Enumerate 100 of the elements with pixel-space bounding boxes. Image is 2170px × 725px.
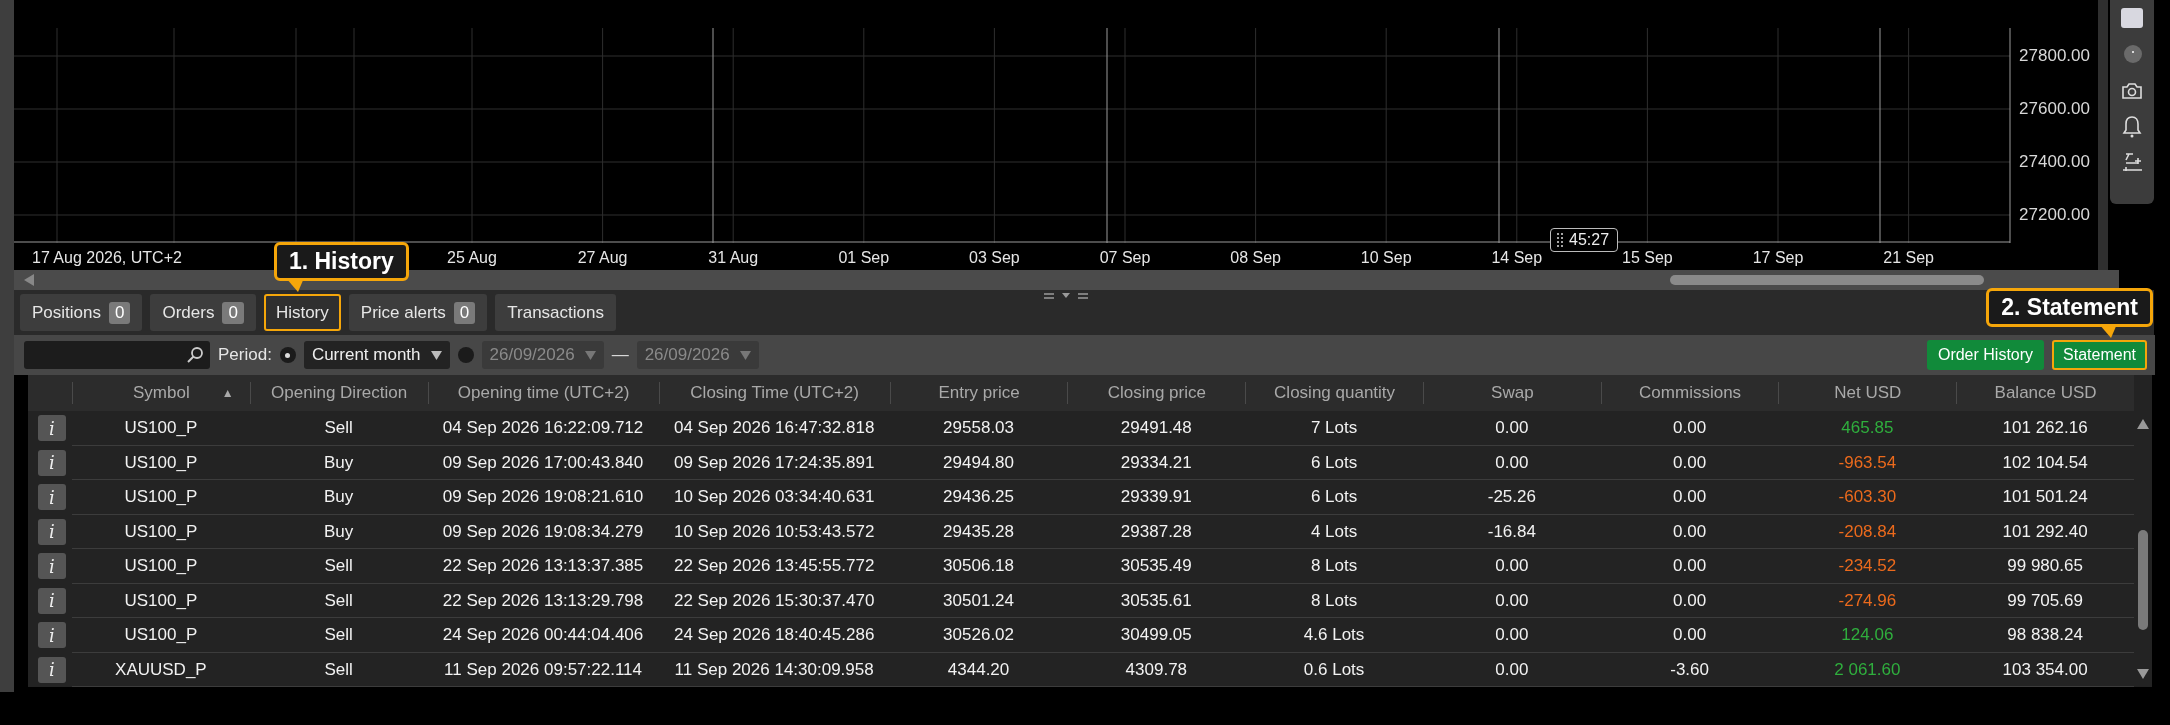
tab[interactable]: Price alerts 0 bbox=[348, 294, 488, 331]
table-cell: 0.00 bbox=[1422, 445, 1601, 480]
search-field[interactable] bbox=[24, 341, 210, 369]
table-cell: 101 501.24 bbox=[1956, 480, 2134, 515]
table-cell: 6 Lots bbox=[1245, 480, 1423, 515]
table-cell: -603.30 bbox=[1778, 480, 1957, 515]
table-cell: 29558.03 bbox=[889, 411, 1068, 446]
info-button[interactable]: i bbox=[38, 449, 66, 476]
axis-label: 07 Sep bbox=[1099, 249, 1151, 267]
column-header[interactable]: Commissions bbox=[1600, 382, 1779, 404]
panel-resize-handle-icon[interactable] bbox=[1044, 292, 1088, 300]
table-cell: 0.00 bbox=[1600, 480, 1779, 515]
column-header[interactable]: Balance USD bbox=[1956, 382, 2134, 404]
column-header[interactable]: Swap bbox=[1422, 382, 1601, 404]
table-cell: Sell bbox=[249, 583, 428, 618]
table-cell: 29435.28 bbox=[889, 514, 1068, 549]
tab[interactable]: History bbox=[263, 294, 341, 331]
column-header[interactable]: Closing Time (UTC+2) bbox=[658, 382, 890, 404]
tab[interactable]: Positions 0 bbox=[20, 294, 143, 331]
table-cell: Sell bbox=[249, 411, 428, 446]
table-cell: US100_P bbox=[72, 514, 250, 549]
table-cell: 04 Sep 2026 16:22:09.712 bbox=[427, 411, 659, 446]
report-button[interactable]: Order History bbox=[1926, 340, 2045, 370]
column-header[interactable]: Symbol ▲ bbox=[72, 382, 250, 404]
table-cell: 8 Lots bbox=[1245, 549, 1423, 584]
radio-button[interactable] bbox=[279, 347, 296, 363]
info-button[interactable]: i bbox=[38, 553, 66, 580]
search-icon bbox=[186, 346, 204, 364]
axis-label: 17 Sep bbox=[1752, 249, 1804, 267]
scrollbar-thumb[interactable] bbox=[2138, 530, 2148, 630]
axis-label: 25 Aug bbox=[447, 249, 497, 267]
column-header[interactable]: Entry price bbox=[889, 382, 1068, 404]
table-cell: 29491.48 bbox=[1067, 411, 1246, 446]
axis-label: 08 Sep bbox=[1230, 249, 1281, 267]
table-cell: US100_P bbox=[72, 583, 250, 618]
callout-label: 1. History bbox=[273, 242, 409, 281]
column-header[interactable]: Opening time (UTC+2) bbox=[427, 382, 659, 404]
info-button[interactable]: i bbox=[38, 518, 66, 545]
table-cell: 99 980.65 bbox=[1956, 549, 2134, 584]
table-cell: 29387.28 bbox=[1067, 514, 1246, 549]
table-cell: 0.00 bbox=[1422, 583, 1601, 618]
caret-icon bbox=[739, 350, 751, 360]
info-button[interactable]: i bbox=[38, 415, 66, 442]
tab-label: Positions bbox=[32, 302, 101, 323]
column-header[interactable]: Opening Direction bbox=[249, 382, 428, 404]
info-button[interactable]: i bbox=[38, 587, 66, 614]
count-badge: 0 bbox=[109, 301, 131, 324]
scroll-left-icon[interactable] bbox=[24, 274, 34, 286]
tab-label: Price alerts bbox=[360, 302, 446, 323]
period-label: Period: bbox=[218, 345, 272, 365]
column-header[interactable]: Net USD bbox=[1778, 382, 1957, 404]
table-cell: -963.54 bbox=[1778, 445, 1957, 480]
table-cell: 22 Sep 2026 15:30:37.470 bbox=[658, 583, 890, 618]
table-cell: Buy bbox=[249, 480, 428, 515]
table-cell: Sell bbox=[249, 618, 428, 653]
table-cell: Sell bbox=[249, 652, 428, 687]
grip-icon bbox=[1557, 233, 1563, 247]
table-cell: 09 Sep 2026 19:08:21.610 bbox=[427, 480, 659, 515]
table-cell: 0.00 bbox=[1422, 411, 1601, 446]
tab[interactable]: Orders 0 bbox=[150, 294, 256, 331]
info-button[interactable]: i bbox=[38, 484, 66, 511]
report-button[interactable]: Statement bbox=[2052, 340, 2147, 370]
info-button[interactable]: i bbox=[38, 656, 66, 683]
table-cell: US100_P bbox=[72, 618, 250, 653]
info-button[interactable]: i bbox=[38, 622, 66, 649]
axis-label: 14 Sep bbox=[1491, 249, 1543, 267]
table-cell: 0.00 bbox=[1600, 583, 1779, 618]
period-dropdown[interactable]: Current month bbox=[303, 341, 450, 369]
table-cell: 0.00 bbox=[1600, 411, 1779, 446]
column-header[interactable]: Closing price bbox=[1067, 382, 1246, 404]
axis-label: 03 Sep bbox=[969, 249, 1020, 267]
table-cell: 98 838.24 bbox=[1956, 618, 2134, 653]
table-cell: 24 Sep 2026 00:44:04.406 bbox=[427, 618, 659, 653]
table-cell: -208.84 bbox=[1778, 514, 1957, 549]
table-cell: 30501.24 bbox=[889, 583, 1068, 618]
table-cell: 0.00 bbox=[1600, 549, 1779, 584]
axis-label: 10 Sep bbox=[1360, 249, 1412, 267]
axis-label: 21 Sep bbox=[1883, 249, 1934, 267]
scrollbar-thumb[interactable] bbox=[1670, 275, 1984, 285]
count-badge: 0 bbox=[453, 301, 476, 324]
column-header[interactable]: Closing quantity bbox=[1245, 382, 1423, 404]
table-cell: 22 Sep 2026 13:45:55.772 bbox=[658, 549, 890, 584]
scroll-down-icon[interactable] bbox=[2137, 669, 2149, 679]
axis-label: 27600.00 bbox=[2019, 99, 2090, 119]
scroll-up-icon[interactable] bbox=[2137, 419, 2149, 429]
axis-label: 27400.00 bbox=[2019, 152, 2090, 172]
table-cell: 8 Lots bbox=[1245, 583, 1423, 618]
table-cell: 0.00 bbox=[1600, 445, 1779, 480]
table-cell: Buy bbox=[249, 514, 428, 549]
table-cell: 0.00 bbox=[1600, 514, 1779, 549]
table-cell: Buy bbox=[249, 445, 428, 480]
table-cell: 0.6 Lots bbox=[1245, 652, 1423, 687]
tab[interactable]: Transactions bbox=[495, 294, 616, 331]
table-cell: -16.84 bbox=[1422, 514, 1601, 549]
axis-label: 31 Aug bbox=[708, 249, 759, 267]
table-cell: 103 354.00 bbox=[1956, 652, 2134, 687]
table-cell: US100_P bbox=[72, 480, 250, 515]
table-cell: US100_P bbox=[72, 411, 250, 446]
table-cell: 29339.91 bbox=[1067, 480, 1246, 515]
time-cursor-label[interactable]: 45:27 bbox=[1550, 228, 1619, 252]
